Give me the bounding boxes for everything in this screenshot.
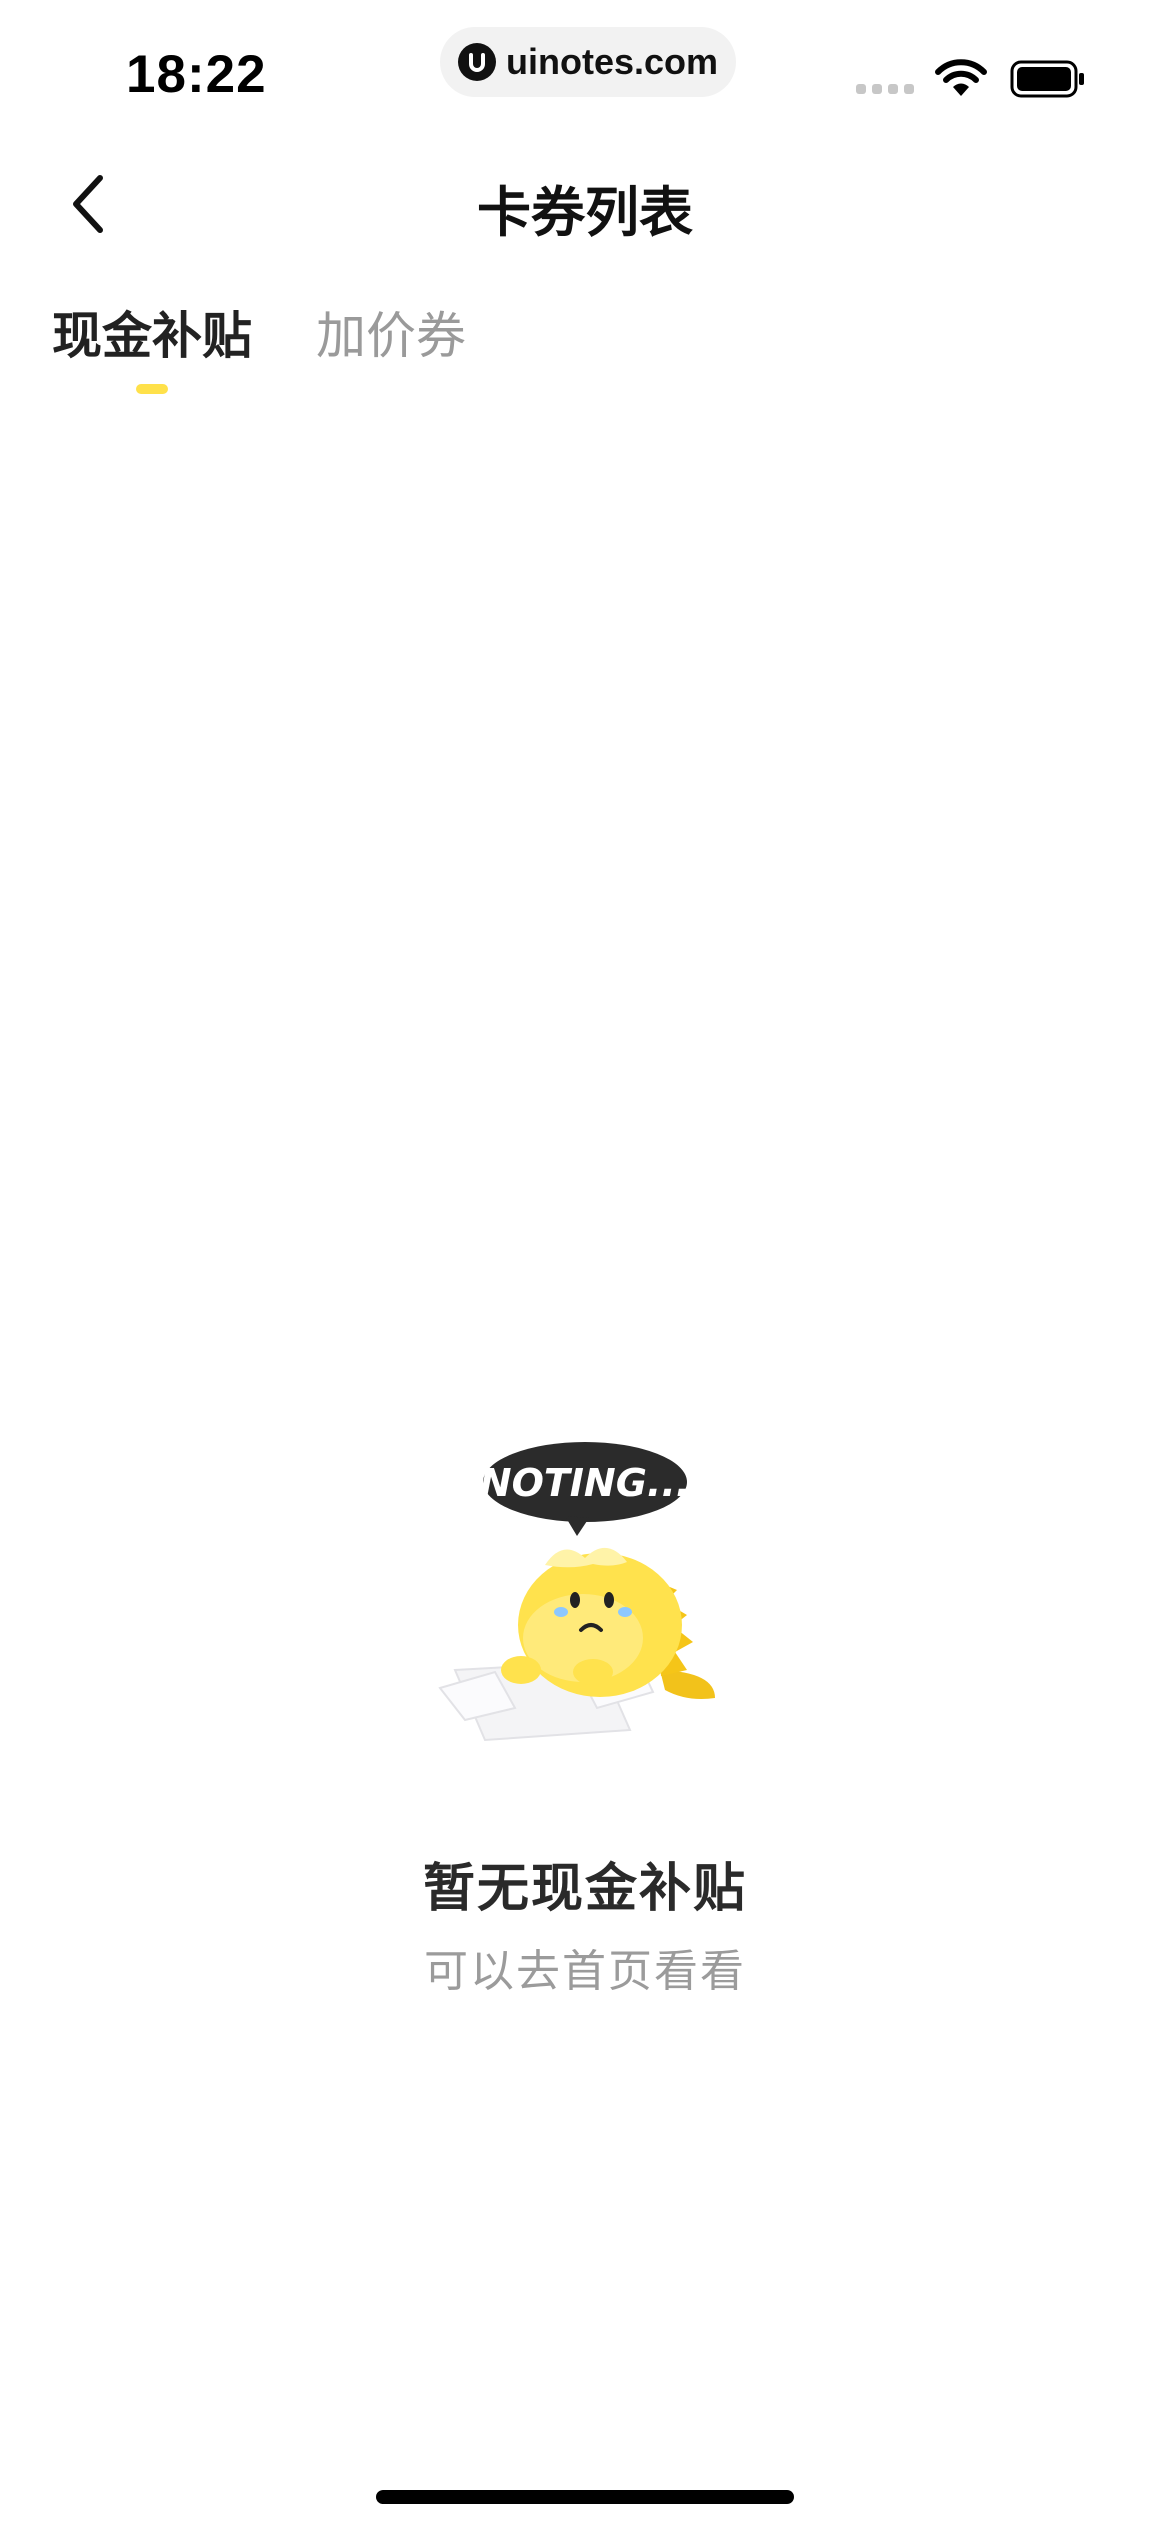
tab-price-markup-coupon[interactable]: 加价券 (316, 300, 466, 372)
site-logo-icon (457, 43, 496, 81)
battery-icon (1010, 60, 1084, 98)
nav-bar: 卡券列表 (0, 150, 1170, 260)
empty-state: NOTING... 暂无现金补贴 可以去首页看看 (0, 1440, 1170, 1999)
active-tab-indicator (136, 384, 168, 394)
empty-state-subtitle[interactable]: 可以去首页看看 (0, 1935, 1170, 1999)
tab-label: 现金补贴 (52, 307, 252, 365)
home-indicator[interactable] (376, 2490, 794, 2504)
status-time: 18:22 (126, 45, 267, 104)
status-bar: 18:22 uinotes.com (0, 0, 1170, 150)
cellular-signal-icon (856, 84, 914, 94)
tab-label: 加价券 (316, 307, 466, 365)
url-pill[interactable]: uinotes.com (440, 27, 736, 97)
empty-mascot-illustration: NOTING... (438, 1442, 715, 1742)
page-title: 卡券列表 (477, 181, 693, 244)
empty-state-title: 暂无现金补贴 (422, 1859, 747, 1919)
tab-cash-subsidy[interactable]: 现金补贴 (52, 300, 252, 394)
url-text: uinotes.com (505, 41, 719, 82)
wifi-icon (935, 59, 987, 96)
tab-bar: 现金补贴 加价券 (52, 300, 466, 394)
speech-bubble-text: NOTING... (480, 1461, 690, 1505)
